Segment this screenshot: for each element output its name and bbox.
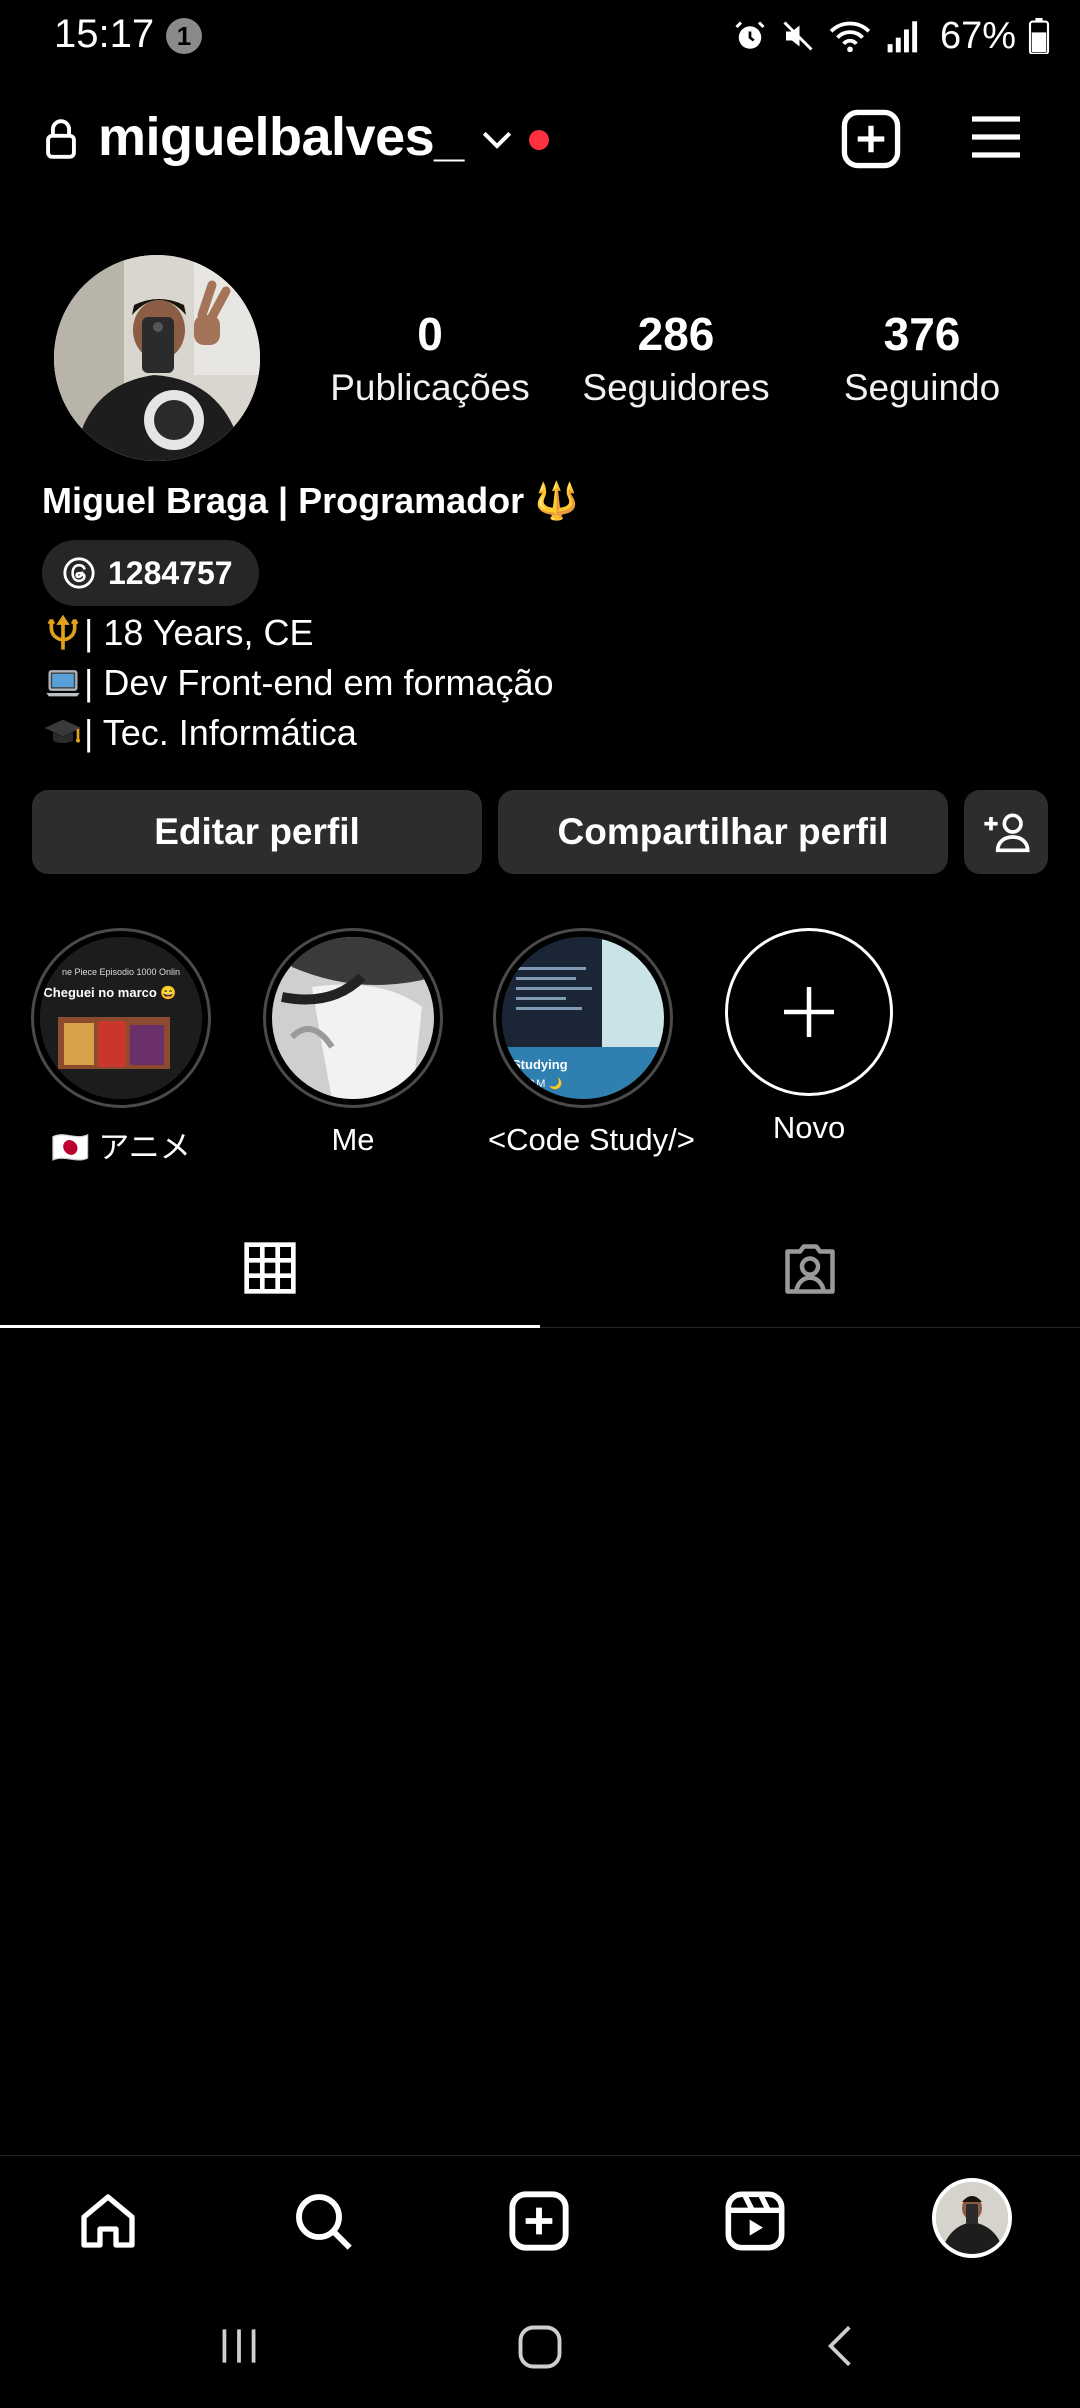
threads-badge[interactable]: 1284757 [42,540,259,606]
status-time: 15:17 [54,12,155,56]
story-highlight[interactable]: Me [258,928,448,1158]
status-icons: 67% [732,14,1050,58]
nav-home[interactable] [73,2186,143,2256]
discover-people-button[interactable] [964,790,1048,874]
bio-text: | 18 Years, CE [84,612,314,653]
home-icon [81,2194,135,2248]
posts-stat[interactable]: 0 Publicações [320,305,540,413]
alarm-icon [735,21,765,49]
highlight-cover: Studying 26 P.M 🌙 [502,937,664,1099]
notification-count-badge: 1 [166,18,202,54]
followers-count: 286 [637,308,715,360]
bio-text: | Dev Front-end em formação [84,662,554,703]
system-nav-bar [0,2295,1080,2408]
reels-icon [725,2191,785,2251]
search-icon [296,2194,352,2250]
lock-icon [46,119,76,159]
highlight-cover-text: Studying [512,1057,568,1072]
highlight-label: Novo [772,1110,846,1145]
highlight-cover-text: Cheguei no marco 😄 [43,985,176,1000]
nav-reels[interactable] [720,2186,790,2256]
battery-percent: 67% [939,14,1016,57]
story-highlight[interactable]: ne Piece Episodio 1000 Onlin Cheguei no … [26,928,216,1167]
nav-profile-avatar[interactable] [932,2178,1012,2258]
bio-text: | Tec. Informática [84,712,357,753]
edit-profile-button[interactable]: Editar perfil [32,790,482,874]
highlight-cover [272,937,434,1099]
profile-full-name: Miguel Braga | Programador 🔱 [42,480,579,521]
wifi-icon [829,21,871,53]
new-highlight-button[interactable]: Novo [714,928,904,1146]
profile-tabs [0,1210,1080,1328]
tab-tagged[interactable] [540,1210,1080,1328]
battery-icon [1028,18,1050,54]
bio-line: | 18 Years, CE [42,608,554,658]
bio-line: | Dev Front-end em formação [42,658,554,708]
tagged-person-icon [785,1244,835,1294]
tab-posts-grid[interactable] [0,1210,540,1328]
back-icon[interactable] [816,2321,866,2371]
followers-stat[interactable]: 286 Seguidores [566,305,786,413]
followers-label: Seguidores [582,367,770,408]
mute-icon [783,21,813,51]
threads-icon [63,557,95,589]
bio-line: | Tec. Informática [42,708,554,758]
profile-header: miguelbalves_ [0,98,1080,182]
create-post-icon[interactable] [840,108,902,170]
add-person-icon [984,813,1030,853]
highlight-ring: ne Piece Episodio 1000 Onlin Cheguei no … [31,928,211,1108]
highlight-label: <Code Study/> [488,1122,695,1157]
highlight-label: Me [331,1122,375,1157]
menu-icon[interactable] [968,112,1024,162]
nav-create[interactable] [504,2186,574,2256]
posts-label: Publicações [330,367,530,408]
highlight-cover-text: ne Piece Episodio 1000 Onlin [62,967,180,977]
following-stat[interactable]: 376 Seguindo [812,305,1032,413]
highlight-cover-text: 26 P.M 🌙 [512,1077,562,1090]
highlight-ring [263,928,443,1108]
profile-avatar[interactable] [54,255,260,461]
status-bar: 15:17 1 67% [0,0,1080,72]
highlight-label: 🇯🇵 アニメ [51,1130,191,1165]
notification-dot [529,130,549,150]
following-count: 376 [883,308,961,360]
threads-handle: 1284757 [108,554,233,591]
recent-apps-icon[interactable] [214,2321,264,2371]
posts-count: 0 [417,308,443,360]
share-profile-button[interactable]: Compartilhar perfil [498,790,948,874]
signal-icon [887,21,918,53]
bottom-nav [0,2155,1080,2285]
nav-search[interactable] [288,2186,358,2256]
username-switcher[interactable]: miguelbalves_ [98,106,464,168]
highlight-cover: ne Piece Episodio 1000 Onlin Cheguei no … [40,937,202,1099]
highlight-ring [725,928,893,1096]
profile-bio: | 18 Years, CE | Dev Front-end em formaç… [42,608,554,758]
graduation-cap-icon [44,719,82,743]
story-highlight[interactable]: Studying 26 P.M 🌙 <Code Study/> [488,928,695,1158]
plus-icon [784,987,834,1037]
grid-icon [244,1241,296,1294]
trident-icon [47,614,79,650]
chevron-down-icon[interactable] [480,124,514,154]
home-button-icon[interactable] [514,2321,566,2373]
create-post-icon [509,2191,569,2251]
following-label: Seguindo [843,367,1001,408]
highlight-ring: Studying 26 P.M 🌙 [493,928,673,1108]
laptop-icon [46,670,80,697]
